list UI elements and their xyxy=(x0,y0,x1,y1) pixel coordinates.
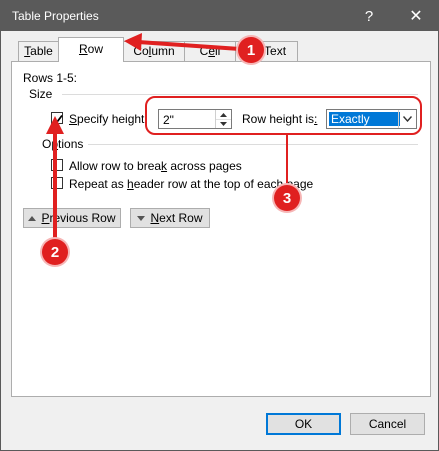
annotation-overlay xyxy=(46,33,422,240)
tab-label: Row xyxy=(78,42,103,56)
callout-3-highlight-box xyxy=(145,96,422,135)
callout-3-badge: 3 xyxy=(274,185,300,211)
callout-1-arrow xyxy=(124,33,241,51)
callout-2-arrow xyxy=(46,116,64,240)
callout-1-badge: 1 xyxy=(238,37,264,63)
tab-row[interactable]: Row xyxy=(58,37,124,62)
callout-2-badge: 2 xyxy=(42,239,68,265)
